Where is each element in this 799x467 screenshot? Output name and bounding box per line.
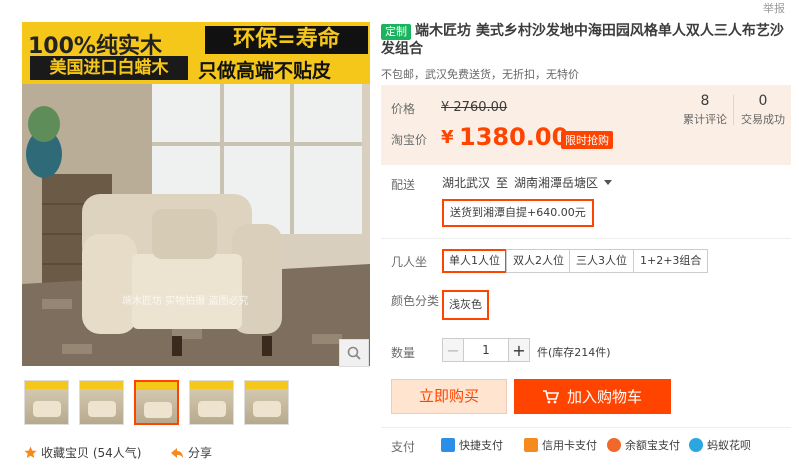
thumbnail[interactable]	[244, 380, 289, 425]
product-title: 定制 端木匠坊 美式乡村沙发地中海田园风格单人双人三人布艺沙发组合	[381, 22, 791, 58]
payment-quick: 快捷支付	[441, 437, 503, 453]
quick-pay-icon	[441, 438, 455, 452]
payment-label: 支付	[391, 440, 416, 454]
seat-option-triple[interactable]: 三人3人位	[569, 249, 634, 273]
trades-count: 0	[758, 93, 768, 109]
flash-sale-badge: 限时抢购	[561, 131, 613, 149]
thumbnail[interactable]	[189, 380, 234, 425]
payment-credit-card: 信用卡支付	[524, 437, 597, 453]
price-box: 价格 ¥ 2760.00 淘宝价 ¥ 1380.00 限时抢购 8 累计评论 0…	[381, 85, 791, 165]
report-link[interactable]: 举报	[763, 0, 785, 16]
share-icon	[171, 447, 183, 458]
thumbnail-strip	[24, 380, 289, 425]
currency-symbol: ¥	[441, 127, 454, 148]
favorite-button[interactable]: 收藏宝贝 (54人气)	[24, 444, 141, 461]
credit-card-icon	[524, 438, 538, 452]
add-to-cart-label: 加入购物车	[566, 388, 642, 406]
payment-method-label: 蚂蚁花呗	[707, 439, 751, 452]
stat-divider	[733, 95, 734, 125]
magnifier-icon	[347, 346, 361, 360]
banner-text-imported-ash: 美国进口白蜡木	[30, 56, 188, 80]
ship-to-word: 至	[496, 176, 509, 190]
thumbnail-selected[interactable]	[134, 380, 179, 425]
ship-to-select[interactable]: 湖南湘潭岳塘区	[514, 174, 598, 191]
shipping-route: 湖北武汉 至 湖南湘潭岳塘区	[442, 174, 613, 191]
quantity-increase-button[interactable]: +	[508, 338, 530, 362]
seat-option-single[interactable]: 单人1人位	[442, 249, 507, 273]
section-divider	[381, 427, 791, 428]
trades-stat: 0 交易成功	[737, 93, 789, 127]
sofa-photo	[22, 84, 370, 366]
quantity-stepper: − 1 +	[442, 338, 530, 362]
share-button[interactable]: 分享	[170, 444, 212, 461]
add-to-cart-button[interactable]: 加入购物车	[514, 379, 671, 414]
quantity-label: 数量	[391, 346, 416, 360]
custom-tag: 定制	[381, 24, 411, 40]
shipping-label: 配送	[391, 178, 416, 192]
quantity-input[interactable]: 1	[464, 338, 508, 362]
shipping-fee-option[interactable]: 送货到湘潭自提+640.00元	[442, 199, 594, 227]
main-product-image: 100%纯实木 美国进口白蜡木 环保=寿命 只做高端不贴皮 端木匠坊 实物拍摄 …	[22, 22, 370, 366]
original-price: ¥ 2760.00	[441, 100, 508, 115]
ship-from: 湖北武汉	[442, 176, 491, 190]
payment-method-label: 余额宝支付	[625, 439, 680, 452]
payment-huabei: 蚂蚁花呗	[689, 437, 751, 453]
product-title-text: 端木匠坊 美式乡村沙发地中海田园风格单人双人三人布艺沙发组合	[381, 23, 784, 57]
seats-label: 几人坐	[391, 255, 428, 269]
taobao-price-label: 淘宝价	[391, 133, 428, 147]
color-option-light-gray[interactable]: 浅灰色	[442, 290, 489, 320]
huabei-icon	[689, 438, 703, 452]
reviews-count: 8	[700, 93, 710, 109]
seat-option-combo[interactable]: 1+2+3组合	[633, 249, 709, 273]
payment-yuebao: 余额宝支付	[607, 437, 680, 453]
payment-method-label: 快捷支付	[459, 439, 503, 452]
section-divider	[381, 238, 791, 239]
seat-option-double[interactable]: 双人2人位	[506, 249, 571, 273]
color-label: 颜色分类	[391, 294, 440, 308]
zoom-button[interactable]	[339, 339, 369, 367]
banner-text-no-veneer: 只做高端不贴皮	[198, 60, 332, 82]
share-label: 分享	[188, 446, 213, 460]
trades-label: 交易成功	[741, 113, 785, 126]
promo-banner: 100%纯实木 美国进口白蜡木 环保=寿命 只做高端不贴皮	[22, 22, 370, 84]
cart-icon	[542, 389, 559, 403]
yuebao-icon	[607, 438, 621, 452]
price-label: 价格	[391, 102, 416, 116]
reviews-stat[interactable]: 8 累计评论	[679, 93, 731, 127]
thumbnail[interactable]	[24, 380, 69, 425]
buy-now-button[interactable]: 立即购买	[391, 379, 507, 414]
thumbnail[interactable]	[79, 380, 124, 425]
payment-method-label: 信用卡支付	[542, 439, 597, 452]
banner-text-eco: 环保=寿命	[205, 26, 368, 54]
stock-text: 件(库存214件)	[537, 346, 611, 359]
quantity-decrease-button[interactable]: −	[442, 338, 464, 362]
current-price: 1380.00	[459, 123, 569, 151]
star-icon	[24, 446, 37, 458]
product-subtitle: 不包邮，武汉免费送货，无折扣，无特价	[381, 68, 579, 81]
favorite-label: 收藏宝贝 (54人气)	[41, 446, 142, 460]
image-watermark: 端木匠坊 实物拍摄 盗图必究	[122, 296, 249, 307]
caret-down-icon[interactable]	[604, 179, 613, 186]
reviews-label: 累计评论	[683, 113, 727, 126]
